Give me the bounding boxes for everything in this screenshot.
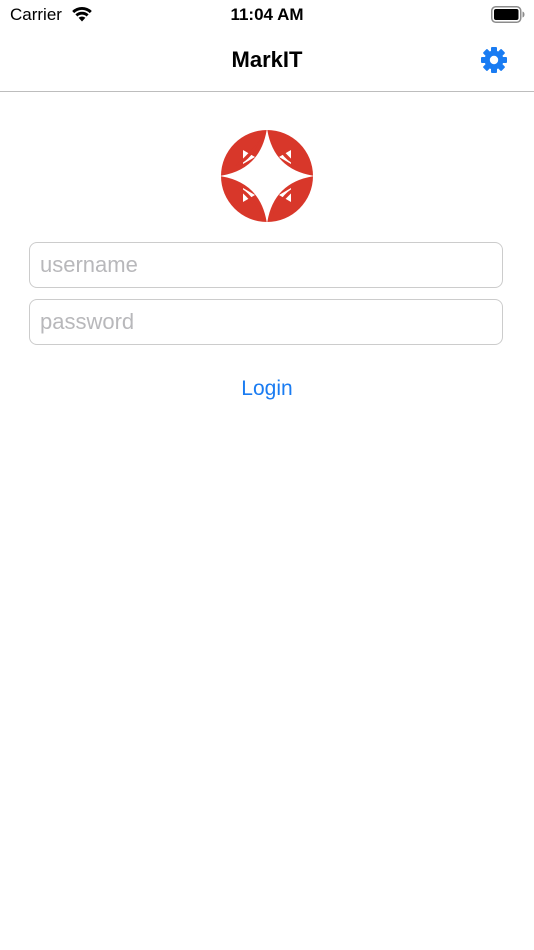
gear-icon[interactable]: [479, 45, 509, 75]
password-field[interactable]: [29, 299, 503, 345]
markit-logo: [221, 130, 313, 222]
status-time: 11:04 AM: [230, 5, 304, 24]
navigation-bar: MarkIT: [0, 30, 534, 92]
status-bar: Carrier 11:04 AM: [0, 0, 534, 30]
login-button[interactable]: Login: [207, 374, 327, 404]
username-field[interactable]: [29, 242, 503, 288]
battery-icon: [491, 6, 525, 23]
page-title: MarkIT: [231, 47, 303, 72]
